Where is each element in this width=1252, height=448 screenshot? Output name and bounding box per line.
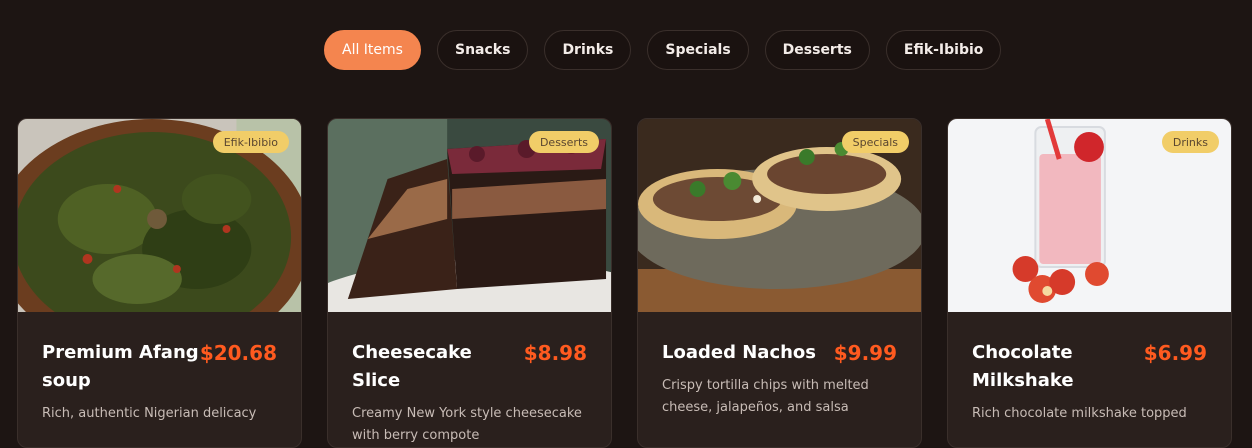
item-price: $6.99 — [1143, 341, 1207, 365]
item-description: Crispy tortilla chips with melted cheese… — [662, 378, 869, 415]
item-description: Creamy New York style cheesecake with be… — [352, 406, 582, 443]
item-description: Rich chocolate milkshake topped — [972, 406, 1187, 421]
item-name: Cheesecake Slice — [352, 342, 472, 391]
menu-card[interactable]: Drinks Chocolate Milkshake $6.99 Rich ch… — [947, 118, 1232, 448]
category-badge: Desserts — [528, 131, 599, 153]
item-name: Loaded Nachos — [662, 342, 817, 363]
menu-card[interactable]: Desserts Cheesecake Slice $8.98 Creamy N… — [327, 118, 612, 448]
item-price: $20.68 — [199, 341, 277, 365]
item-description: Rich, authentic Nigerian delicacy — [42, 406, 257, 421]
food-image: Drinks — [948, 119, 1231, 312]
item-price: $8.98 — [523, 341, 587, 365]
menu-card[interactable]: Efik-Ibibio Premium Afang soup $20.68 Ri… — [17, 118, 302, 448]
category-badge: Specials — [841, 131, 909, 153]
filter-desserts[interactable]: Desserts — [764, 30, 870, 70]
category-filter-bar: All Items Snacks Drinks Specials Dessert… — [324, 30, 1002, 70]
item-price: $9.99 — [833, 341, 897, 365]
category-badge: Drinks — [1161, 131, 1219, 153]
filter-specials[interactable]: Specials — [647, 30, 749, 70]
item-name: Chocolate Milkshake — [972, 342, 1074, 391]
category-badge: Efik-Ibibio — [212, 131, 289, 153]
menu-grid: Efik-Ibibio Premium Afang soup $20.68 Ri… — [17, 118, 1232, 448]
food-image: Desserts — [328, 119, 611, 312]
filter-efik-ibibio[interactable]: Efik-Ibibio — [885, 30, 1002, 70]
item-name: Premium Afang soup — [42, 342, 199, 391]
filter-drinks[interactable]: Drinks — [544, 30, 632, 70]
food-image: Specials — [638, 119, 921, 312]
filter-all-items[interactable]: All Items — [324, 30, 421, 70]
food-image: Efik-Ibibio — [18, 119, 301, 312]
menu-card[interactable]: Specials Loaded Nachos $9.99 Crispy tort… — [637, 118, 922, 448]
filter-snacks[interactable]: Snacks — [436, 30, 529, 70]
